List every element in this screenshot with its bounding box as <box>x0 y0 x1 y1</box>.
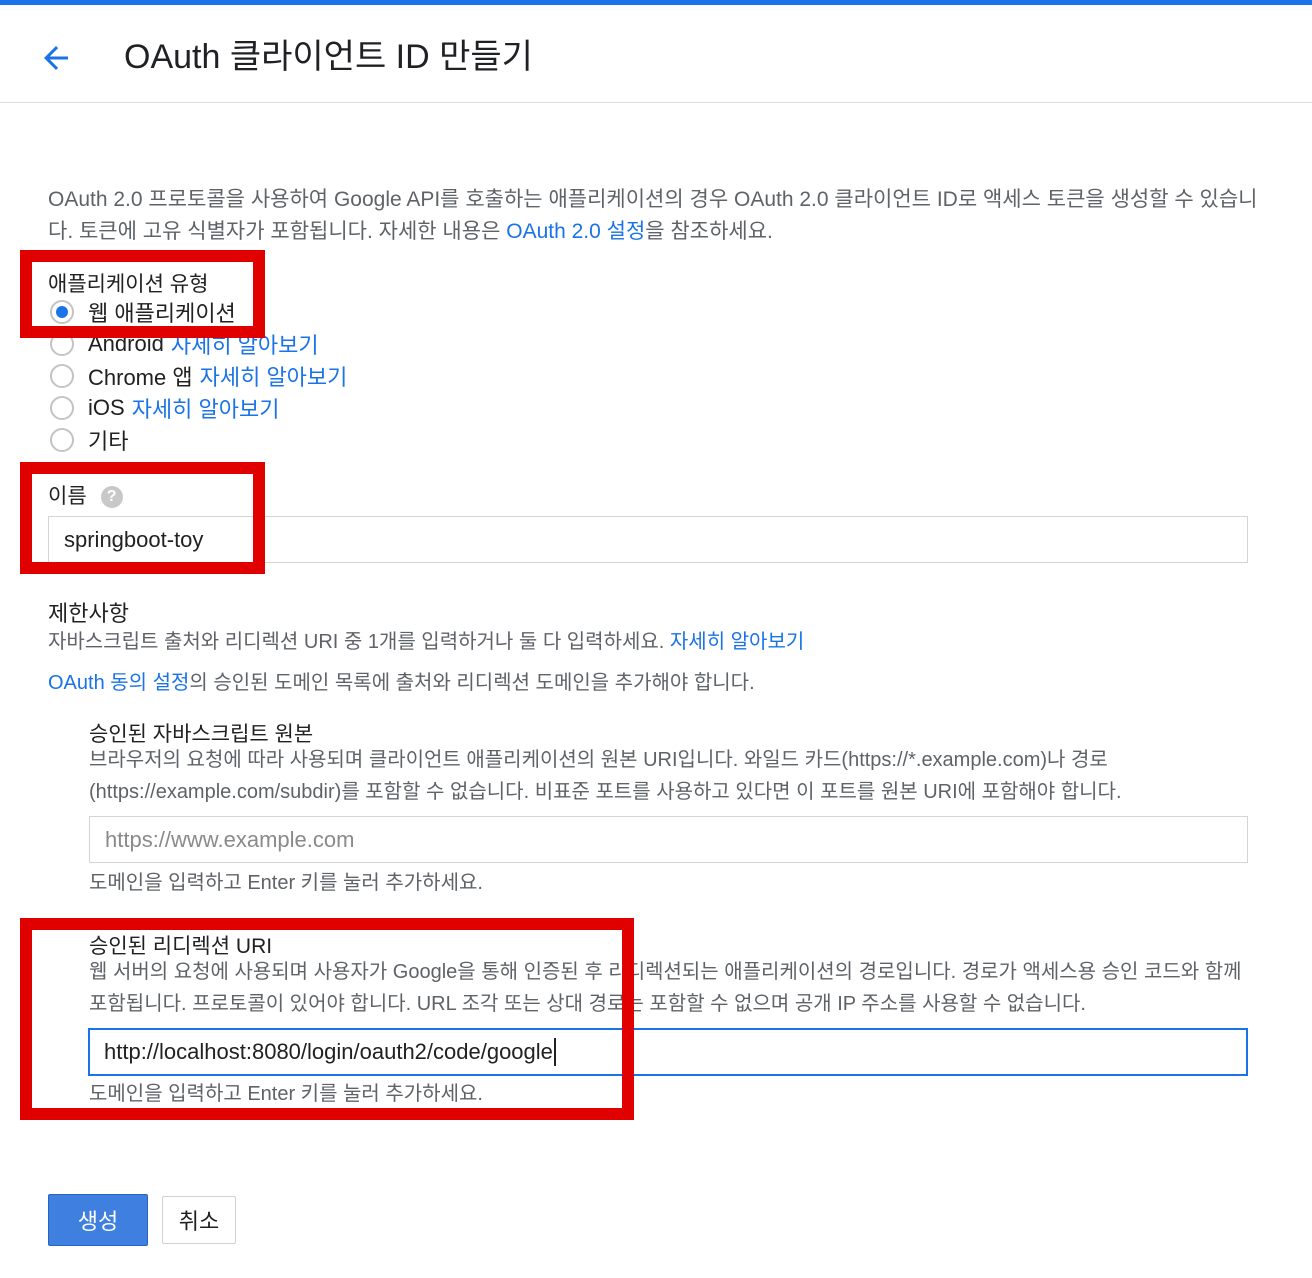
radio-button[interactable] <box>50 364 74 388</box>
name-input-value: springboot-toy <box>64 526 204 552</box>
learn-more-link[interactable]: 자세히 알아보기 <box>171 328 319 360</box>
js-origins-desc: 브라우저의 요청에 따라 사용되며 클라이언트 애플리케이션의 원본 URI입니… <box>89 749 1122 803</box>
radio-option-chrome[interactable]: Chrome 앱 자세히 알아보기 <box>48 361 347 391</box>
radio-button[interactable] <box>50 332 74 356</box>
radio-label: 기타 <box>88 429 129 454</box>
radio-label: 웹 애플리케이션 <box>88 301 236 326</box>
radio-option-other[interactable]: 기타 <box>48 425 128 455</box>
radio-label: iOS <box>88 395 125 420</box>
radio-button-checked[interactable] <box>50 300 74 324</box>
app-type-label: 애플리케이션 유형 <box>48 273 209 296</box>
radio-option-android[interactable]: Android 자세히 알아보기 <box>48 329 319 359</box>
restrictions-desc-text: 자바스크립트 출처와 리디렉션 URI 중 1개를 입력하거나 둘 다 입력하세… <box>48 631 670 653</box>
learn-more-link[interactable]: 자세히 알아보기 <box>132 392 280 424</box>
intro-suffix: 을 참조하세요. <box>645 220 773 243</box>
consent-note-text: 의 승인된 도메인 목록에 출처와 리디렉션 도메인을 추가해야 합니다. <box>189 672 755 694</box>
restrictions-desc: 자바스크립트 출처와 리디렉션 URI 중 1개를 입력하거나 둘 다 입력하세… <box>48 626 804 658</box>
name-label-text: 이름 <box>48 485 87 508</box>
name-label: 이름? <box>48 480 123 510</box>
radio-button[interactable] <box>50 428 74 452</box>
js-origin-hint: 도메인을 입력하고 Enter 키를 눌러 추가하세요. <box>89 872 483 894</box>
redirect-uri-hint: 도메인을 입력하고 Enter 키를 눌러 추가하세요. <box>89 1083 483 1105</box>
radio-button[interactable] <box>50 396 74 420</box>
intro-text: OAuth 2.0 프로토콜을 사용하여 Google API를 호출하는 애플… <box>48 184 1268 248</box>
page-title: OAuth 클라이언트 ID 만들기 <box>124 38 533 76</box>
radio-option-ios[interactable]: iOS 자세히 알아보기 <box>48 393 279 423</box>
js-origin-placeholder: https://www.example.com <box>105 826 355 852</box>
radio-label: Chrome 앱 <box>88 365 193 390</box>
redirect-uri-input[interactable]: http://localhost:8080/login/oauth2/code/… <box>88 1028 1248 1076</box>
radio-option-web[interactable]: 웹 애플리케이션 <box>48 297 236 327</box>
oauth-settings-link[interactable]: OAuth 2.0 설정 <box>506 220 645 243</box>
consent-note: OAuth 동의 설정의 승인된 도메인 목록에 출처와 리디렉션 도메인을 추… <box>48 667 755 699</box>
oauth-consent-link[interactable]: OAuth 동의 설정 <box>48 672 189 694</box>
learn-more-link[interactable]: 자세히 알아보기 <box>200 360 348 392</box>
arrow-back-icon <box>44 46 68 70</box>
js-origin-input[interactable]: https://www.example.com <box>89 816 1248 863</box>
redirect-uri-value: http://localhost:8080/login/oauth2/code/… <box>104 1039 553 1064</box>
radio-label: Android <box>88 331 164 356</box>
back-button[interactable] <box>30 35 82 81</box>
create-button[interactable]: 생성 <box>48 1194 148 1246</box>
restrictions-title: 제한사항 <box>48 601 129 626</box>
cancel-button[interactable]: 취소 <box>162 1196 236 1244</box>
page-header: OAuth 클라이언트 ID 만들기 <box>0 5 1312 103</box>
text-caret <box>553 1038 556 1066</box>
question-mark-icon[interactable]: ? <box>100 486 123 508</box>
redirect-uris-desc: 웹 서버의 요청에 사용되며 사용자가 Google을 통해 인증된 후 리디렉… <box>89 961 1242 1015</box>
learn-more-link[interactable]: 자세히 알아보기 <box>670 631 804 653</box>
name-input[interactable]: springboot-toy <box>48 516 1248 563</box>
